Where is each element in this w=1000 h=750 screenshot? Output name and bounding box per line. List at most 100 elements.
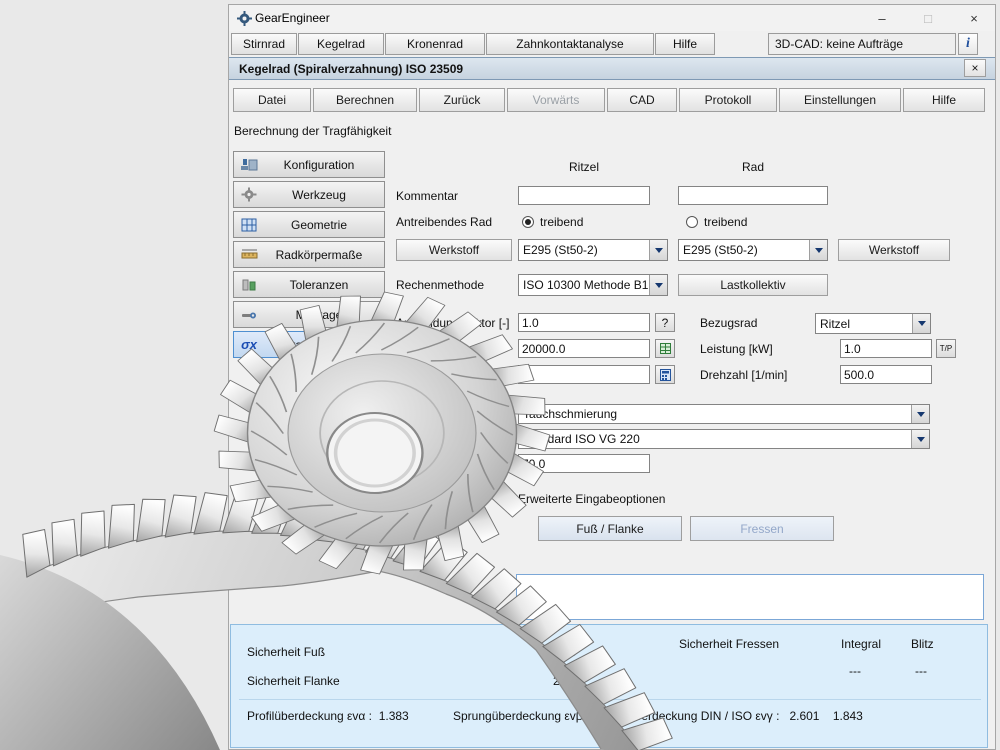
sicherheit-fuss-label: Sicherheit Fuß	[247, 645, 325, 659]
bezugsrad-label: Bezugsrad	[700, 316, 757, 330]
sicherheit-fuss-value: 29.5	[553, 645, 576, 659]
tab-zahnkontaktanalyse[interactable]: Zahnkontaktanalyse	[486, 33, 654, 55]
results-panel: Sicherheit Fuß 29.5 Sicherheit Flanke 2.…	[230, 624, 988, 748]
treibend-rad-radio[interactable]	[686, 216, 698, 228]
werkstoff-ritzel-combo[interactable]: E295 (St50-2)	[518, 239, 668, 261]
chevron-down-icon[interactable]	[649, 275, 667, 295]
treibend-ritzel-radio[interactable]	[522, 216, 534, 228]
sidebar-item-konfiguration[interactable]: Konfiguration	[233, 151, 385, 178]
sidebar-item-geometrie[interactable]: Geometrie	[233, 211, 385, 238]
close-button[interactable]: ×	[952, 5, 996, 31]
module-title: Kegelrad (Spiralverzahnung) ISO 23509	[239, 62, 463, 76]
rechenmethode-combo[interactable]: ISO 10300 Methode B1	[518, 274, 668, 296]
gesamt-din-value: 2.601	[789, 709, 819, 723]
lebensdauer-input[interactable]: 20000.0	[518, 339, 650, 358]
table-icon[interactable]	[655, 339, 675, 358]
window-title: GearEngineer	[255, 11, 330, 25]
fressen-button: Fressen	[690, 516, 834, 541]
ruler-icon	[238, 246, 260, 264]
tolerance-icon	[238, 276, 260, 294]
module-close-icon[interactable]: ×	[964, 59, 986, 77]
drehzahl-input[interactable]: 500.0	[840, 365, 932, 384]
kommentar-ritzel-input[interactable]	[518, 186, 650, 205]
drehmoment-input[interactable]	[518, 365, 650, 384]
tab-kegelrad[interactable]: Kegelrad	[298, 33, 384, 55]
werkstoff-left-button[interactable]: Werkstoff	[396, 239, 512, 261]
kommentar-label: Kommentar	[396, 189, 458, 203]
profil-value: 1.383	[379, 709, 409, 723]
toolbar-vorwaerts-button: Vorwärts	[507, 88, 605, 112]
minimize-button[interactable]: –	[860, 5, 904, 31]
toolbar-datei-button[interactable]: Datei	[233, 88, 311, 112]
fressen-col-integral: Integral	[841, 637, 881, 651]
temperatur-input[interactable]: 70.0	[518, 454, 650, 473]
chevron-down-icon[interactable]	[649, 240, 667, 260]
tab-kronenrad[interactable]: Kronenrad	[385, 33, 485, 55]
treibend-rad-radio-label[interactable]: treibend	[704, 215, 747, 229]
werkstoff-right-button[interactable]: Werkstoff	[838, 239, 950, 261]
app-gear-icon	[237, 11, 252, 26]
sidebar-item-toleranzen[interactable]: Toleranzen	[233, 271, 385, 298]
drehzahl-label: Drehzahl [1/min]	[700, 368, 787, 382]
sidebar-item-tragfaehigkeit[interactable]: σx Tragfähigkeit	[233, 331, 385, 358]
machine-icon	[238, 156, 260, 174]
sicherheit-flanke-label: Sicherheit Flanke	[247, 674, 340, 688]
sprungueberdeckung: Sprungüberdeckung εvβ :	[453, 709, 589, 723]
chevron-down-icon[interactable]	[911, 405, 929, 423]
anwendungsfaktor-label: Anwendungsfaktor [-]	[396, 316, 509, 330]
sidebar-item-radkoerpermasse[interactable]: Radkörpermaße	[233, 241, 385, 268]
bezugsrad-combo[interactable]: Ritzel	[815, 313, 931, 334]
sidebar-item-werkzeug[interactable]: Werkzeug	[233, 181, 385, 208]
chevron-down-icon[interactable]	[809, 240, 827, 260]
results-divider	[239, 699, 981, 700]
anwendungsfaktor-input[interactable]: 1.0	[518, 313, 650, 332]
sicherheit-flanke-value: 2.673	[553, 674, 583, 688]
cad-status-box: 3D-CAD: keine Aufträge	[768, 33, 956, 55]
treibend-ritzel-radio-label[interactable]: treibend	[540, 215, 583, 229]
geometry-grid-icon	[238, 216, 260, 234]
kommentar-rad-input[interactable]	[678, 186, 828, 205]
column-header-rad: Rad	[678, 160, 828, 174]
fressen-col-blitz: Blitz	[911, 637, 934, 651]
result-box	[516, 574, 984, 620]
help-button[interactable]: ?	[655, 313, 675, 332]
tab-hilfe[interactable]: Hilfe	[655, 33, 715, 55]
sicherheit-fressen-label: Sicherheit Fressen	[679, 637, 779, 651]
toolbar-einstellungen-button[interactable]: Einstellungen	[779, 88, 901, 112]
schmierung-combo[interactable]: Tauchschmierung	[518, 404, 930, 424]
torque-power-toggle-button[interactable]: T/P	[936, 339, 956, 358]
werkstoff-rad-combo[interactable]: E295 (St50-2)	[678, 239, 828, 261]
profilueberdeckung: Profilüberdeckung εvα : 1.383	[247, 709, 409, 723]
sigma-icon: σx	[238, 336, 260, 354]
maximize-button[interactable]: □	[906, 5, 950, 31]
schmierstoff-combo[interactable]: Standard ISO VG 220	[518, 429, 930, 449]
calculator-icon[interactable]	[655, 365, 675, 384]
desktop: GearEngineer – □ × Stirnrad Kegelrad Kro…	[0, 0, 1000, 750]
sidebar-item-montage[interactable]: Montage	[233, 301, 385, 328]
module-header: Kegelrad (Spiralverzahnung) ISO 23509	[229, 57, 995, 80]
fressen-blitz-value: ---	[915, 664, 927, 678]
erweiterte-eingabeoptionen-label: Erweiterte Eingabeoptionen	[518, 492, 665, 506]
fressen-integral-value: ---	[849, 664, 861, 678]
toolbar-berechnen-button[interactable]: Berechnen	[313, 88, 417, 112]
toolbar-zurueck-button[interactable]: Zurück	[419, 88, 505, 112]
gesamtueberdeckung: Gesamtüberdeckung DIN / ISO εvγ : 2.601 …	[586, 709, 863, 723]
tab-stirnrad[interactable]: Stirnrad	[231, 33, 297, 55]
antreibendes-rad-label: Antreibendes Rad	[396, 215, 492, 229]
lastkollektiv-button[interactable]: Lastkollektiv	[678, 274, 828, 296]
toolbar-hilfe-button[interactable]: Hilfe	[903, 88, 985, 112]
tool-gear-icon	[238, 186, 260, 204]
info-icon[interactable]: i	[958, 33, 978, 55]
rechenmethode-label: Rechenmethode	[396, 278, 484, 292]
leistung-label: Leistung [kW]	[700, 342, 773, 356]
fuss-flanke-button[interactable]: Fuß / Flanke	[538, 516, 682, 541]
column-header-ritzel: Ritzel	[518, 160, 650, 174]
leistung-input[interactable]: 1.0	[840, 339, 932, 358]
chevron-down-icon[interactable]	[912, 314, 930, 333]
assembly-icon	[238, 306, 260, 324]
toolbar-cad-button[interactable]: CAD	[607, 88, 677, 112]
toolbar-protokoll-button[interactable]: Protokoll	[679, 88, 777, 112]
temperatur-label: Temperatur	[398, 457, 459, 471]
chevron-down-icon[interactable]	[911, 430, 929, 448]
gesamt-iso-value: 1.843	[833, 709, 863, 723]
